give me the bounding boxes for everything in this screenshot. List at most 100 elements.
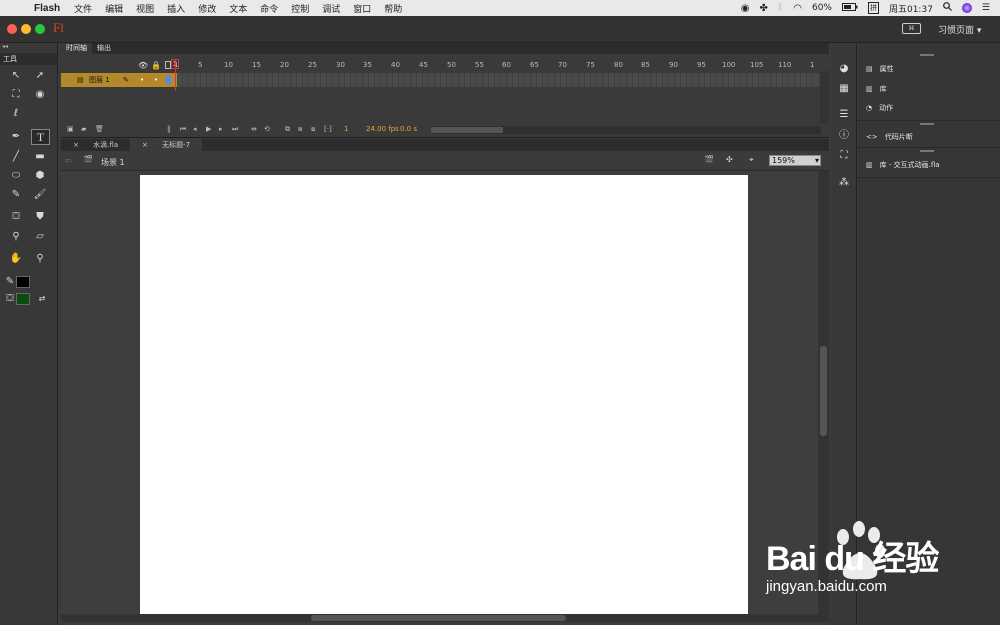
- current-frame[interactable]: 1: [344, 125, 348, 133]
- align-icon[interactable]: ☰: [838, 109, 850, 121]
- panel-collapse-icon[interactable]: ◂◂: [2, 43, 8, 50]
- scroll-thumb[interactable]: [311, 615, 566, 621]
- timeline-scrollbar-v[interactable]: [820, 71, 829, 123]
- onion-outline-icon[interactable]: ⧈: [298, 125, 302, 134]
- last-frame-icon[interactable]: ⏭: [232, 125, 238, 134]
- menu-file[interactable]: 文件: [74, 2, 92, 15]
- stage-scrollbar-h[interactable]: [61, 614, 829, 622]
- line-tool-icon[interactable]: ╱: [8, 150, 24, 164]
- panel-grip[interactable]: [920, 150, 934, 152]
- input-method[interactable]: 拼: [867, 2, 879, 14]
- stage-pasteboard[interactable]: [61, 171, 818, 614]
- polystar-tool-icon[interactable]: ⬢: [32, 169, 48, 183]
- menu-debug[interactable]: 调试: [322, 2, 340, 15]
- scene-name[interactable]: 场景 1: [101, 157, 125, 168]
- panel-grip[interactable]: [920, 123, 934, 125]
- menu-app-name[interactable]: Flash: [34, 3, 60, 14]
- tab-timeline[interactable]: 时间轴: [61, 43, 92, 54]
- panel-properties[interactable]: ▤ 属性: [866, 62, 894, 76]
- playhead[interactable]: [175, 59, 176, 91]
- workspace-switcher[interactable]: 习惯页面 ▾: [938, 23, 981, 36]
- panel-grip[interactable]: [920, 54, 934, 56]
- eraser-tool-icon[interactable]: ▱: [32, 230, 48, 244]
- first-frame-icon[interactable]: ⏮: [180, 125, 186, 134]
- doc-tab-1[interactable]: × 水滴.fla: [61, 139, 130, 151]
- stroke-color-swatch[interactable]: [16, 276, 30, 288]
- visibility-dot[interactable]: •: [140, 73, 144, 87]
- onion-skin-icon[interactable]: ⧉: [285, 125, 290, 134]
- step-back-icon[interactable]: ◂: [193, 125, 197, 133]
- menu-modify[interactable]: 修改: [198, 2, 216, 15]
- panel-library-file[interactable]: ▥ 库 - 交互式动画.fla: [866, 158, 940, 172]
- transform-icon[interactable]: ⛶: [838, 150, 850, 162]
- siri-icon[interactable]: [961, 3, 972, 13]
- layer-row[interactable]: ▤ 图层 1 ✎ • •: [61, 73, 177, 87]
- battery-icon[interactable]: [841, 2, 858, 14]
- modify-markers-icon[interactable]: [·]: [324, 125, 332, 133]
- loop-icon[interactable]: ⟲: [264, 125, 270, 133]
- pencil-tool-icon[interactable]: ✎: [8, 188, 24, 202]
- lock-dot[interactable]: •: [154, 73, 158, 87]
- fill-color-swatch[interactable]: [16, 293, 30, 305]
- scroll-thumb[interactable]: [431, 127, 503, 133]
- center-stage-icon[interactable]: ⌖: [749, 155, 754, 165]
- wifi-icon[interactable]: ◠: [793, 3, 802, 14]
- new-folder-icon[interactable]: ▰: [81, 125, 86, 133]
- close-window-button[interactable]: [7, 24, 17, 34]
- lock-layers-icon[interactable]: 🔒: [151, 61, 161, 70]
- menu-edit[interactable]: 编辑: [105, 2, 123, 15]
- notification-center-icon[interactable]: ☰: [982, 3, 990, 13]
- components-icon[interactable]: ⁂: [838, 177, 850, 189]
- tab-output[interactable]: 输出: [92, 43, 116, 54]
- selection-tool-icon[interactable]: ↖: [8, 69, 24, 83]
- new-layer-icon[interactable]: ▣: [67, 125, 74, 133]
- frame-grid[interactable]: [177, 73, 822, 87]
- delete-layer-icon[interactable]: 🗑: [95, 125, 104, 133]
- text-tool-icon[interactable]: T: [31, 129, 50, 145]
- menu-help[interactable]: 帮助: [384, 2, 402, 15]
- eyedropper-tool-icon[interactable]: ⚲: [8, 230, 24, 244]
- rectangle-tool-icon[interactable]: ▬: [32, 150, 48, 164]
- pause-icon[interactable]: ‖: [167, 125, 171, 133]
- free-transform-tool-icon[interactable]: ⛶: [8, 88, 24, 102]
- menu-window[interactable]: 窗口: [353, 2, 371, 15]
- pen-tool-icon[interactable]: ✒: [8, 130, 24, 144]
- center-frame-icon[interactable]: ⇹: [251, 125, 257, 133]
- step-forward-icon[interactable]: ▸: [219, 125, 223, 133]
- swatches-icon[interactable]: ▦: [838, 83, 850, 95]
- zoom-tool-icon[interactable]: ⚲: [32, 252, 48, 266]
- zoom-window-button[interactable]: [35, 24, 45, 34]
- info-icon[interactable]: ⓘ: [838, 130, 850, 142]
- status-app-icon[interactable]: ✤: [759, 3, 767, 14]
- panel-library[interactable]: ▥ 库: [866, 82, 887, 96]
- 3d-rotation-tool-icon[interactable]: ◉: [32, 88, 48, 102]
- panel-code-snippets[interactable]: <> 代码片断: [866, 130, 913, 144]
- hand-tool-icon[interactable]: ✋: [8, 252, 24, 266]
- menu-text[interactable]: 文本: [229, 2, 247, 15]
- edit-symbols-icon[interactable]: ✣: [726, 155, 733, 164]
- subselection-tool-icon[interactable]: ➚: [32, 69, 48, 83]
- close-icon[interactable]: ×: [67, 141, 87, 149]
- ink-bottle-tool-icon[interactable]: ⛊: [32, 210, 48, 224]
- menu-insert[interactable]: 插入: [167, 2, 185, 15]
- close-icon[interactable]: ×: [136, 141, 156, 149]
- swap-colors-icon[interactable]: ⇄: [34, 292, 50, 306]
- zoom-select[interactable]: 159% ▾: [769, 155, 821, 166]
- edit-scene-icon[interactable]: 🎬: [704, 155, 714, 164]
- status-menu-icon[interactable]: ◉: [741, 3, 750, 14]
- clock[interactable]: 周五01:37: [889, 2, 933, 15]
- play-icon[interactable]: ▶: [206, 125, 211, 133]
- lasso-tool-icon[interactable]: ℓ: [8, 107, 24, 121]
- keyboard-shortcuts-icon[interactable]: ⌘: [902, 23, 921, 34]
- edit-multiple-icon[interactable]: ⧇: [311, 125, 315, 134]
- spotlight-icon[interactable]: [943, 2, 952, 14]
- frame-rate[interactable]: 24.00 fps: [366, 125, 399, 133]
- doc-tab-2[interactable]: × 无标题-7: [130, 139, 203, 151]
- back-arrow-icon[interactable]: ⇦: [65, 156, 72, 165]
- layer-name[interactable]: 图层 1: [89, 73, 110, 87]
- menu-view[interactable]: 视图: [136, 2, 154, 15]
- color-icon[interactable]: ◕: [838, 63, 850, 75]
- minimize-window-button[interactable]: [21, 24, 31, 34]
- panel-actions[interactable]: ◔ 动作: [866, 101, 893, 115]
- scroll-thumb[interactable]: [820, 346, 827, 436]
